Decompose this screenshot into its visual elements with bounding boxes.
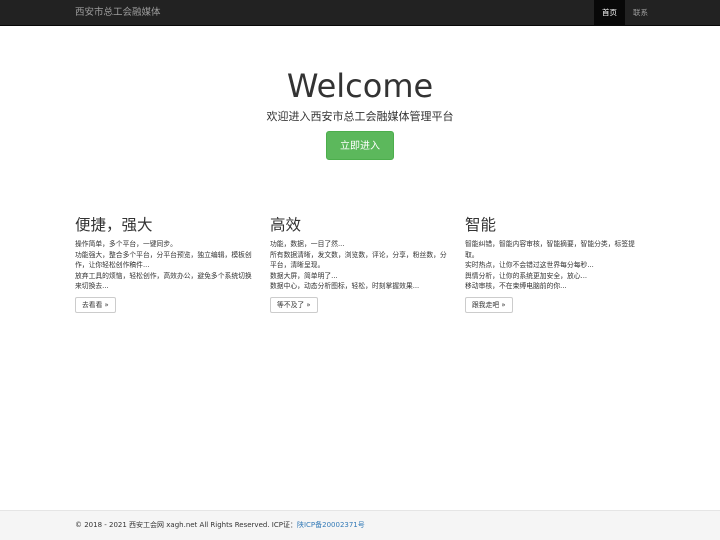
feature-text: 功能，数据，一目了然...	[270, 240, 345, 248]
feature-text: 放弃工具的烦恼，轻松创作，高效办公，避免多个系统切换来切换去...	[75, 271, 252, 291]
feature-text: 数据中心，动态分析图标，轻松，时刻掌握效果...	[270, 282, 420, 291]
feature-text: 智能纠错，智能内容审核，智能摘要，智能分类，标签提取。	[465, 240, 635, 259]
nav-menu: 首页 联系	[594, 0, 656, 25]
nav-item-home[interactable]: 首页	[594, 0, 625, 25]
hero-subtitle: 欢迎进入西安市总工会融媒体管理平台	[266, 110, 454, 123]
feature-text: 移动审核，不在束缚电脑前的你...	[465, 282, 567, 291]
feature-title: 智能	[465, 216, 497, 234]
feature-title: 高效	[270, 216, 302, 234]
hero-title: Welcome	[286, 67, 434, 105]
page-footer: © 2018 - 2021 西安工会网 xagh.net All Rights …	[0, 510, 720, 540]
feature-intelligent: 智能 智能纠错，智能内容审核，智能摘要，智能分类，标签提取。 实时热点，让你不会…	[465, 215, 645, 313]
feature-efficient: 高效 功能，数据，一目了然... 所有数据清晰，发文数，浏览数，评论，分享，粉丝…	[270, 215, 450, 313]
copyright-text: © 2018 - 2021 西安工会网 xagh.net All Rights …	[75, 521, 297, 529]
feature-text: 操作简单，多个平台，一键同步。	[75, 240, 177, 248]
feature-text: 功能强大，整合多个平台，分平台预览，独立编辑，模板创作，让你轻松创作稿件...	[75, 250, 252, 270]
feature-convenient: 便捷，强大 操作简单，多个平台，一键同步。 功能强大，整合多个平台，分平台预览，…	[75, 215, 255, 313]
feature-text: 数据大屏，简单明了...	[270, 271, 338, 280]
follow-me-button[interactable]: 跟我走吧 »	[465, 296, 513, 313]
site-brand-link[interactable]: 西安市总工会融媒体	[75, 0, 161, 25]
feature-title: 便捷，强大	[75, 216, 153, 234]
top-navbar: 西安市总工会融媒体 首页 联系	[0, 0, 720, 26]
feature-text: 所有数据清晰，发文数，浏览数，评论，分享，粉丝数，分平台，清晰呈现。	[270, 250, 447, 270]
feature-text: 实时热点，让你不会错过这世界每分每秒...	[465, 261, 594, 270]
hero-section: Welcome 欢迎进入西安市总工会融媒体管理平台	[0, 64, 720, 125]
nav-item-contact[interactable]: 联系	[625, 0, 656, 25]
footer-text: © 2018 - 2021 西安工会网 xagh.net All Rights …	[75, 511, 365, 540]
go-see-button[interactable]: 去看看 »	[75, 296, 116, 313]
feature-text: 舆情分析，让你的系统更加安全，放心...	[465, 271, 588, 280]
icp-link[interactable]: 陕ICP备20002371号	[297, 521, 365, 529]
enter-button[interactable]: 立即进入	[326, 131, 394, 160]
cant-wait-button[interactable]: 等不及了 »	[270, 296, 318, 313]
